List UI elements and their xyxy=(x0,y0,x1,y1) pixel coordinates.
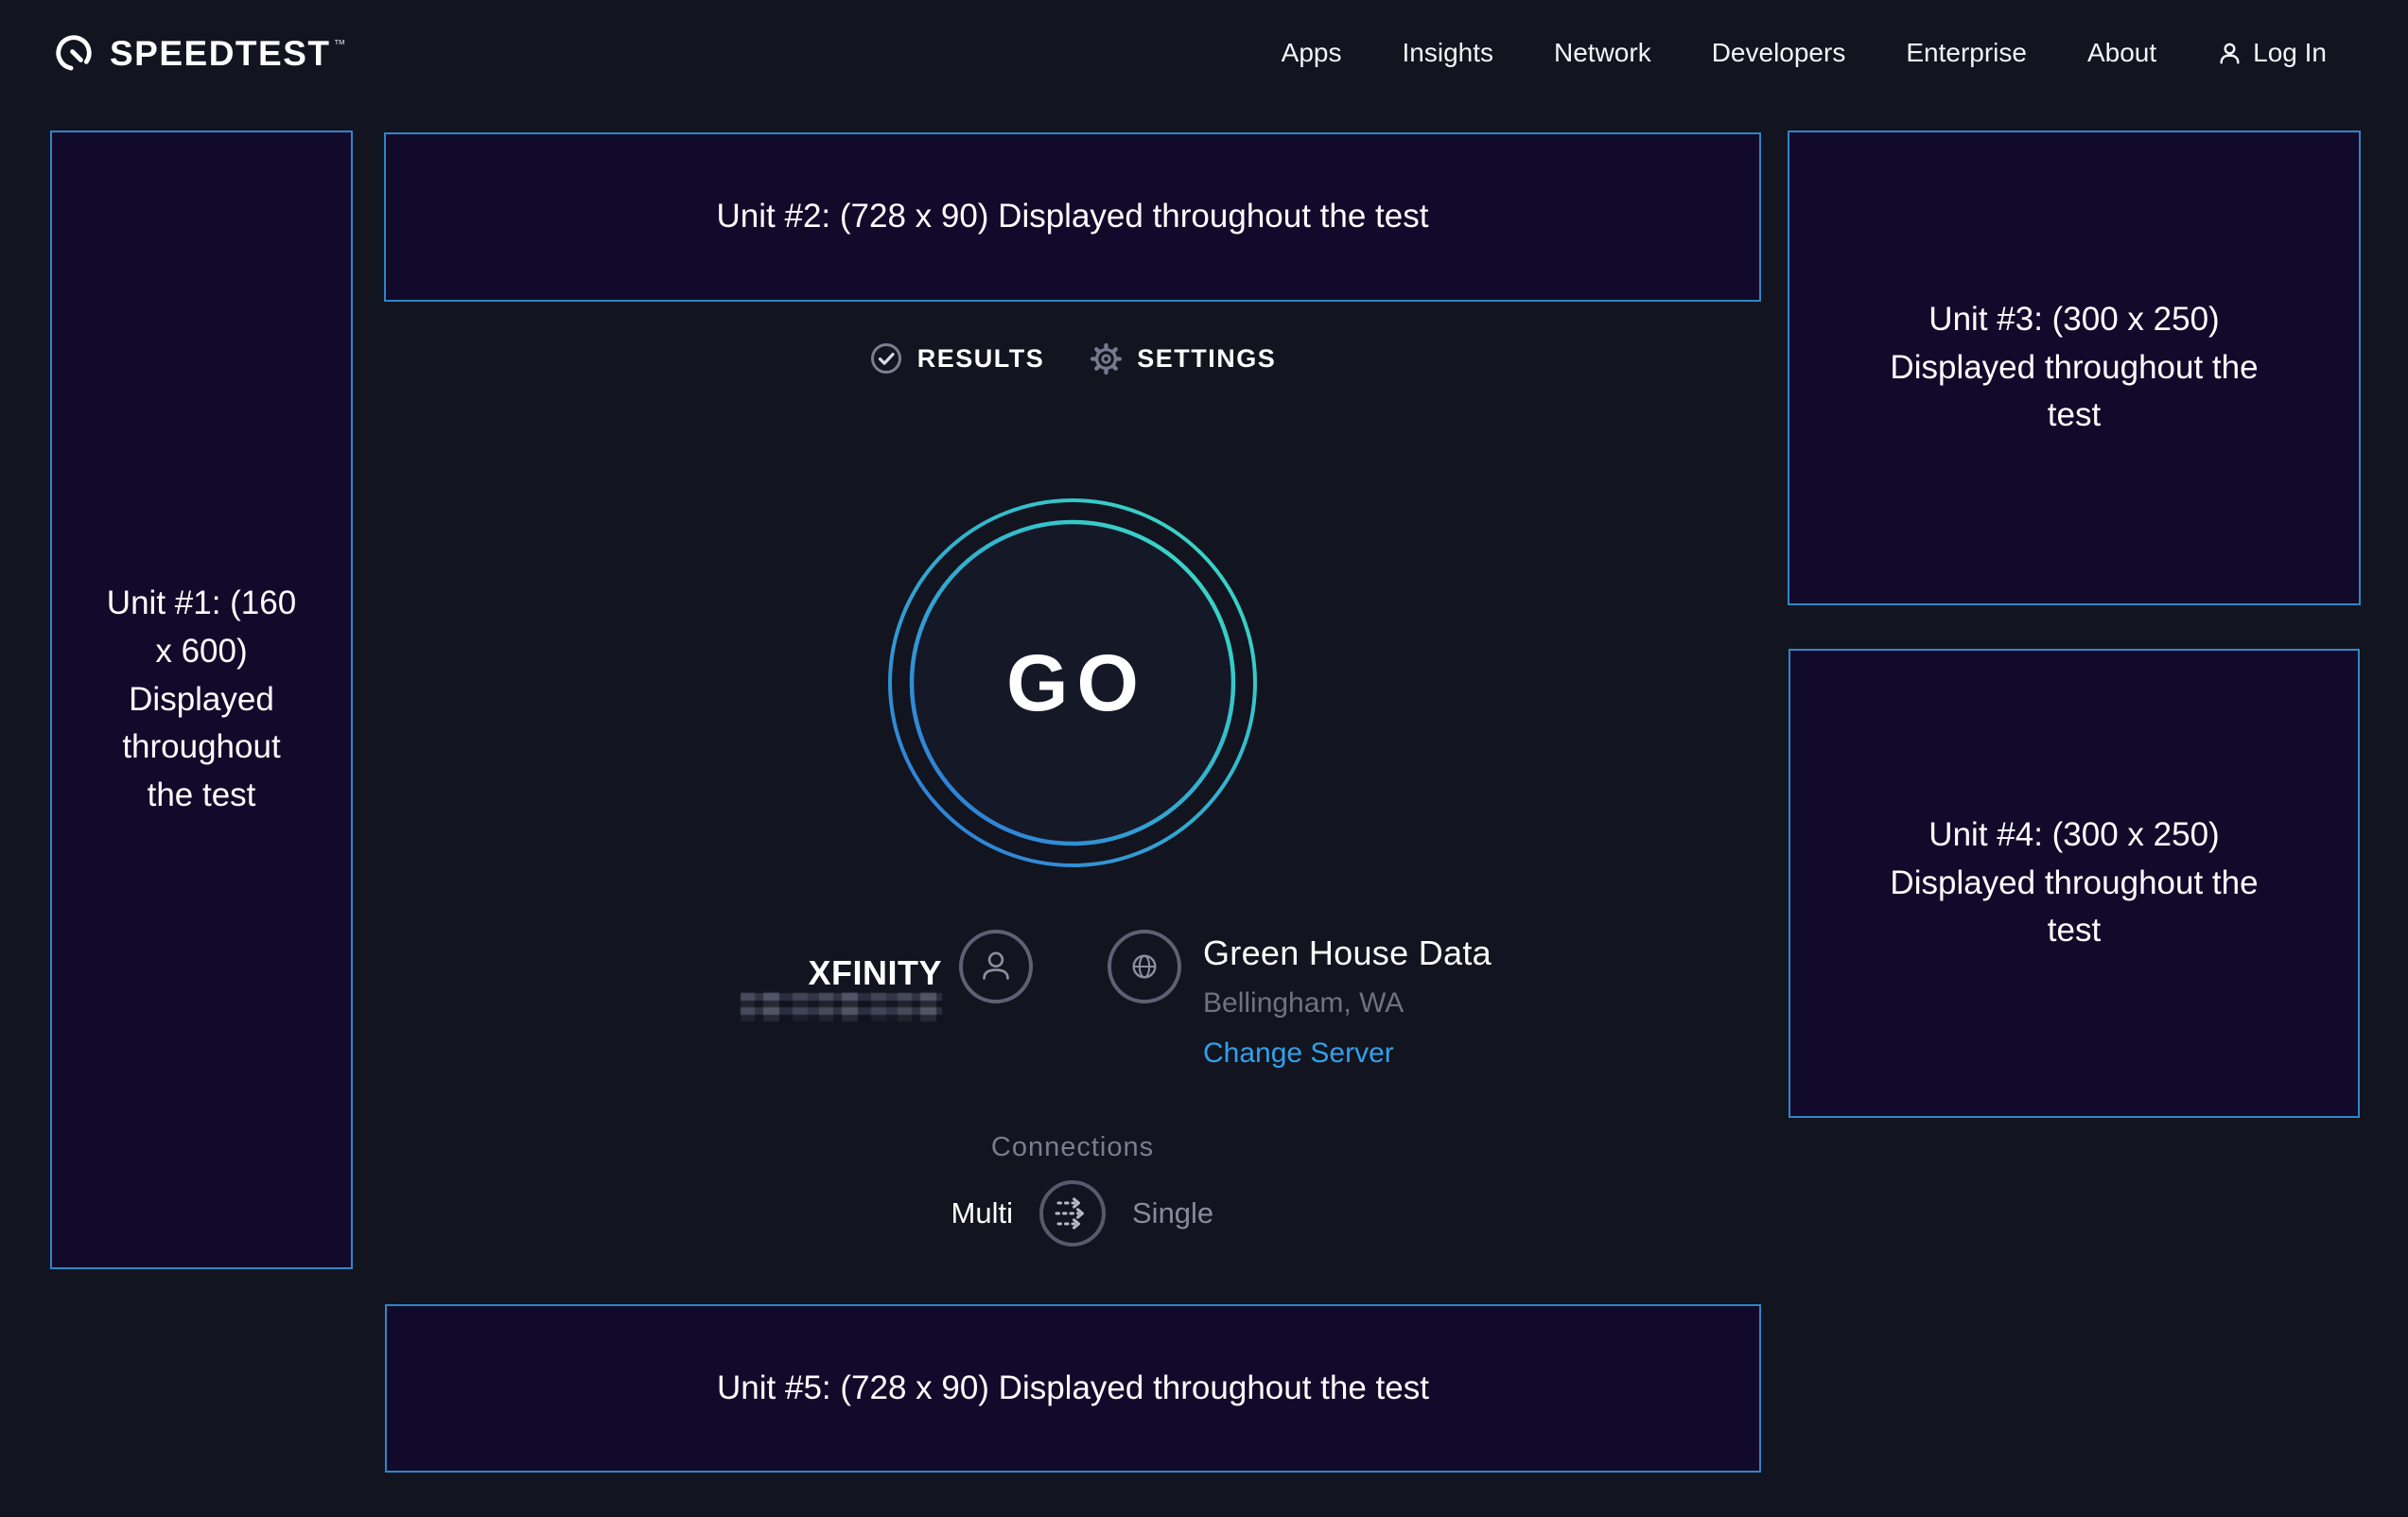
go-button[interactable]: GO xyxy=(883,494,1262,872)
nav-item-enterprise[interactable]: Enterprise xyxy=(1906,38,2027,68)
logo-trademark: ™ xyxy=(334,37,346,51)
login-button[interactable]: Log In xyxy=(2217,38,2327,68)
server-location: Bellingham, WA xyxy=(1203,986,1404,1020)
globe-icon xyxy=(1122,944,1167,989)
single-connection-option[interactable]: Single xyxy=(1132,1178,1293,1248)
speedtest-gauge-icon xyxy=(52,31,96,75)
censored-ip-address xyxy=(741,992,942,1021)
multi-connection-option[interactable]: Multi xyxy=(852,1178,1013,1248)
change-server-link[interactable]: Change Server xyxy=(1203,1037,1394,1071)
isp-name: XFINITY xyxy=(662,952,942,994)
connection-mode-icon[interactable] xyxy=(1038,1178,1108,1248)
go-label: GO xyxy=(883,494,1262,872)
tab-results[interactable]: RESULTS xyxy=(869,341,1045,375)
ad-unit-4[interactable]: Unit #4: (300 x 250) Displayed throughou… xyxy=(1789,649,2360,1118)
ad-unit-3[interactable]: Unit #3: (300 x 250) Displayed throughou… xyxy=(1788,131,2361,605)
logo-text: SPEEDTEST™ xyxy=(110,36,346,71)
server-globe-button[interactable] xyxy=(1108,930,1181,1003)
tab-settings-label: SETTINGS xyxy=(1137,344,1276,374)
connections-label: Connections xyxy=(384,1132,1761,1163)
gear-icon xyxy=(1090,342,1123,375)
ad-unit-1[interactable]: Unit #1: (160 x 600) Displayed throughou… xyxy=(50,131,353,1269)
nav-item-about[interactable]: About xyxy=(2087,38,2156,68)
view-tabs: RESULTS SETTINGS xyxy=(384,341,1761,375)
speedtest-logo[interactable]: SPEEDTEST™ xyxy=(52,31,346,75)
tab-settings[interactable]: SETTINGS xyxy=(1090,342,1276,375)
isp-avatar xyxy=(959,930,1033,1003)
ad-unit-3-label: Unit #3: (300 x 250) Displayed throughou… xyxy=(1890,296,2259,440)
tab-results-label: RESULTS xyxy=(917,344,1045,374)
main-content: RESULTS SETTINGS xyxy=(384,0,1761,1517)
person-icon xyxy=(2217,41,2242,66)
server-name: Green House Data xyxy=(1203,933,1492,974)
check-circle-icon xyxy=(869,341,903,375)
ad-unit-1-label: Unit #1: (160 x 600) Displayed throughou… xyxy=(100,580,303,820)
login-label: Log In xyxy=(2253,38,2327,68)
connection-toggle: Multi Single xyxy=(384,1178,1761,1248)
person-icon xyxy=(974,945,1018,988)
speedtest-page: SPEEDTEST™ Apps Insights Network Develop… xyxy=(0,0,2408,1517)
server-info: Green House Data Bellingham, WA Change S… xyxy=(1203,933,1492,1071)
ad-unit-4-label: Unit #4: (300 x 250) Displayed throughou… xyxy=(1890,811,2259,955)
